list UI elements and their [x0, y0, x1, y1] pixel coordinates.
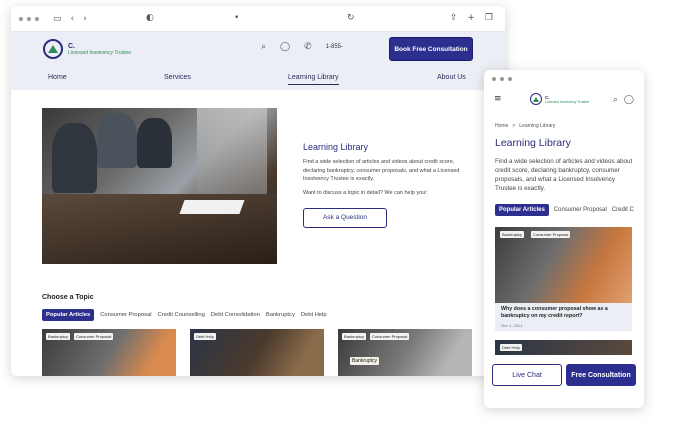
breadcrumb-separator: >: [512, 123, 516, 129]
card-tag: Debt Help: [194, 333, 216, 340]
mobile-article-card[interactable]: Debt Help: [495, 340, 632, 355]
article-cards: Bankruptcy Consumer Proposal Debt Help B…: [42, 329, 472, 376]
card-tag: Consumer Proposal: [531, 231, 571, 238]
tab-popular-articles[interactable]: Popular Articles: [42, 309, 95, 321]
nav-home[interactable]: Home: [48, 74, 67, 81]
article-card[interactable]: Debt Help: [190, 329, 324, 376]
tab-consumer-proposal[interactable]: Consumer Proposal: [554, 207, 607, 213]
tab-popular-articles[interactable]: Popular Articles: [495, 204, 549, 216]
user-icon[interactable]: ◯: [280, 42, 290, 52]
window-dot[interactable]: [500, 77, 504, 81]
topic-tabs: Popular Articles Consumer Proposal Credi…: [42, 309, 327, 321]
browser-toolbar: ▭ ‹ › ◐ • ↻ ⇪ + ❐: [11, 6, 505, 32]
hero-cta-text: Want to discuss a topic in detail? We ca…: [303, 189, 427, 196]
tab-credit-counselling[interactable]: Credit C: [612, 207, 634, 213]
hamburger-menu-icon[interactable]: ≡: [494, 94, 502, 104]
search-icon[interactable]: ⌕: [613, 95, 618, 105]
lock-icon[interactable]: •: [234, 13, 239, 23]
search-icon[interactable]: ⌕: [261, 42, 266, 52]
nav-learning-library[interactable]: Learning Library: [288, 74, 339, 85]
breadcrumb-current: Learning Library: [519, 123, 556, 129]
card-tag: Bankruptcy: [46, 333, 71, 340]
hero-text: Learning Library Find a wide selection o…: [303, 142, 478, 228]
nav-services[interactable]: Services: [164, 74, 191, 81]
tab-debt-consolidation[interactable]: Debt Consolidation: [211, 312, 260, 318]
nav-about-us[interactable]: About Us: [437, 74, 466, 81]
sidebar-icon[interactable]: ▭: [53, 14, 62, 24]
window-dot[interactable]: [35, 16, 39, 21]
tabs-icon[interactable]: ❐: [485, 13, 493, 23]
article-image: Bankruptcy Consumer Proposal: [495, 227, 632, 303]
reload-icon[interactable]: ↻: [347, 13, 355, 23]
phone-number[interactable]: 1-855-: [326, 44, 343, 50]
mobile-browser-window: ≡ C. Licensed Insolvency Trustee ⌕ ◯ Hom…: [484, 70, 644, 408]
free-consultation-button[interactable]: Free Consultation: [566, 364, 636, 386]
ask-question-button[interactable]: Ask a Question: [303, 207, 387, 228]
mobile-page-title: Learning Library: [495, 137, 571, 149]
site-logo[interactable]: C. Licensed Insolvency Trustee: [43, 39, 131, 59]
desktop-browser-window: ▭ ‹ › ◐ • ↻ ⇪ + ❐ C. Licensed Insolvency…: [11, 6, 505, 376]
card-tag: Debt Help: [500, 344, 522, 351]
phone-icon[interactable]: ✆: [304, 42, 312, 52]
article-date: Nov 1, 2021: [501, 323, 523, 328]
breadcrumb: Home > Learning Library: [495, 123, 555, 129]
page-title: Learning Library: [303, 142, 369, 152]
breadcrumb-home[interactable]: Home: [495, 123, 508, 129]
mobile-header: ≡ C. Licensed Insolvency Trustee ⌕ ◯: [484, 88, 644, 110]
forward-icon[interactable]: ›: [83, 14, 87, 24]
tab-bankruptcy[interactable]: Bankruptcy: [266, 312, 295, 318]
topic-heading: Choose a Topic: [42, 294, 94, 301]
mobile-article-card[interactable]: Bankruptcy Consumer Proposal Why does a …: [495, 227, 632, 331]
live-chat-button[interactable]: Live Chat: [492, 364, 562, 386]
logo-tagline: Licensed Insolvency Trustee: [545, 99, 590, 104]
tab-consumer-proposal[interactable]: Consumer Proposal: [100, 312, 151, 318]
tab-credit-counselling[interactable]: Credit Counselling: [157, 312, 204, 318]
hero-description: Find a wide selection of articles and vi…: [303, 159, 460, 182]
tab-debt-help[interactable]: Debt Help: [301, 312, 327, 318]
window-dot[interactable]: [19, 16, 23, 21]
mobile-logo[interactable]: C. Licensed Insolvency Trustee: [530, 93, 589, 105]
window-controls[interactable]: [19, 16, 39, 21]
share-icon[interactable]: ⇪: [450, 13, 458, 23]
back-icon[interactable]: ‹: [71, 14, 75, 24]
logo-mark-icon: [530, 93, 542, 105]
mobile-topic-tabs: Popular Articles Consumer Proposal Credi…: [495, 204, 634, 216]
hero-image: [42, 108, 277, 264]
new-tab-icon[interactable]: +: [467, 13, 475, 23]
window-dot[interactable]: [492, 77, 496, 81]
mobile-description: Find a wide selection of articles and vi…: [495, 158, 633, 192]
user-icon[interactable]: ◯: [624, 95, 634, 105]
mobile-footer-actions: Live Chat Free Consultation: [492, 364, 636, 386]
card-tag: Bankruptcy: [500, 231, 525, 238]
article-card[interactable]: Bankruptcy Consumer Proposal: [42, 329, 176, 376]
shield-icon[interactable]: ◐: [146, 13, 154, 23]
logo-mark-icon: [43, 39, 63, 59]
article-title[interactable]: Why does a consumer proposal show as a b…: [495, 303, 632, 320]
article-card[interactable]: Bankruptcy Consumer Proposal Bankruptcy: [338, 329, 472, 376]
mobile-window-controls: [484, 70, 644, 88]
card-tag: Consumer Proposal: [74, 333, 114, 340]
stage: ▭ ‹ › ◐ • ↻ ⇪ + ❐ C. Licensed Insolvency…: [0, 0, 680, 447]
card-tag: Bankruptcy: [342, 333, 367, 340]
bankruptcy-sign: Bankruptcy: [350, 357, 380, 365]
book-consultation-button[interactable]: Book Free Consultation: [389, 37, 473, 61]
main-nav: Home Services Learning Library About Us: [11, 66, 505, 90]
card-tag: Consumer Proposal: [370, 333, 410, 340]
window-dot[interactable]: [508, 77, 512, 81]
logo-name: C.: [68, 42, 75, 50]
window-dot[interactable]: [27, 16, 31, 21]
logo-tagline: Licensed Insolvency Trustee: [68, 49, 132, 56]
